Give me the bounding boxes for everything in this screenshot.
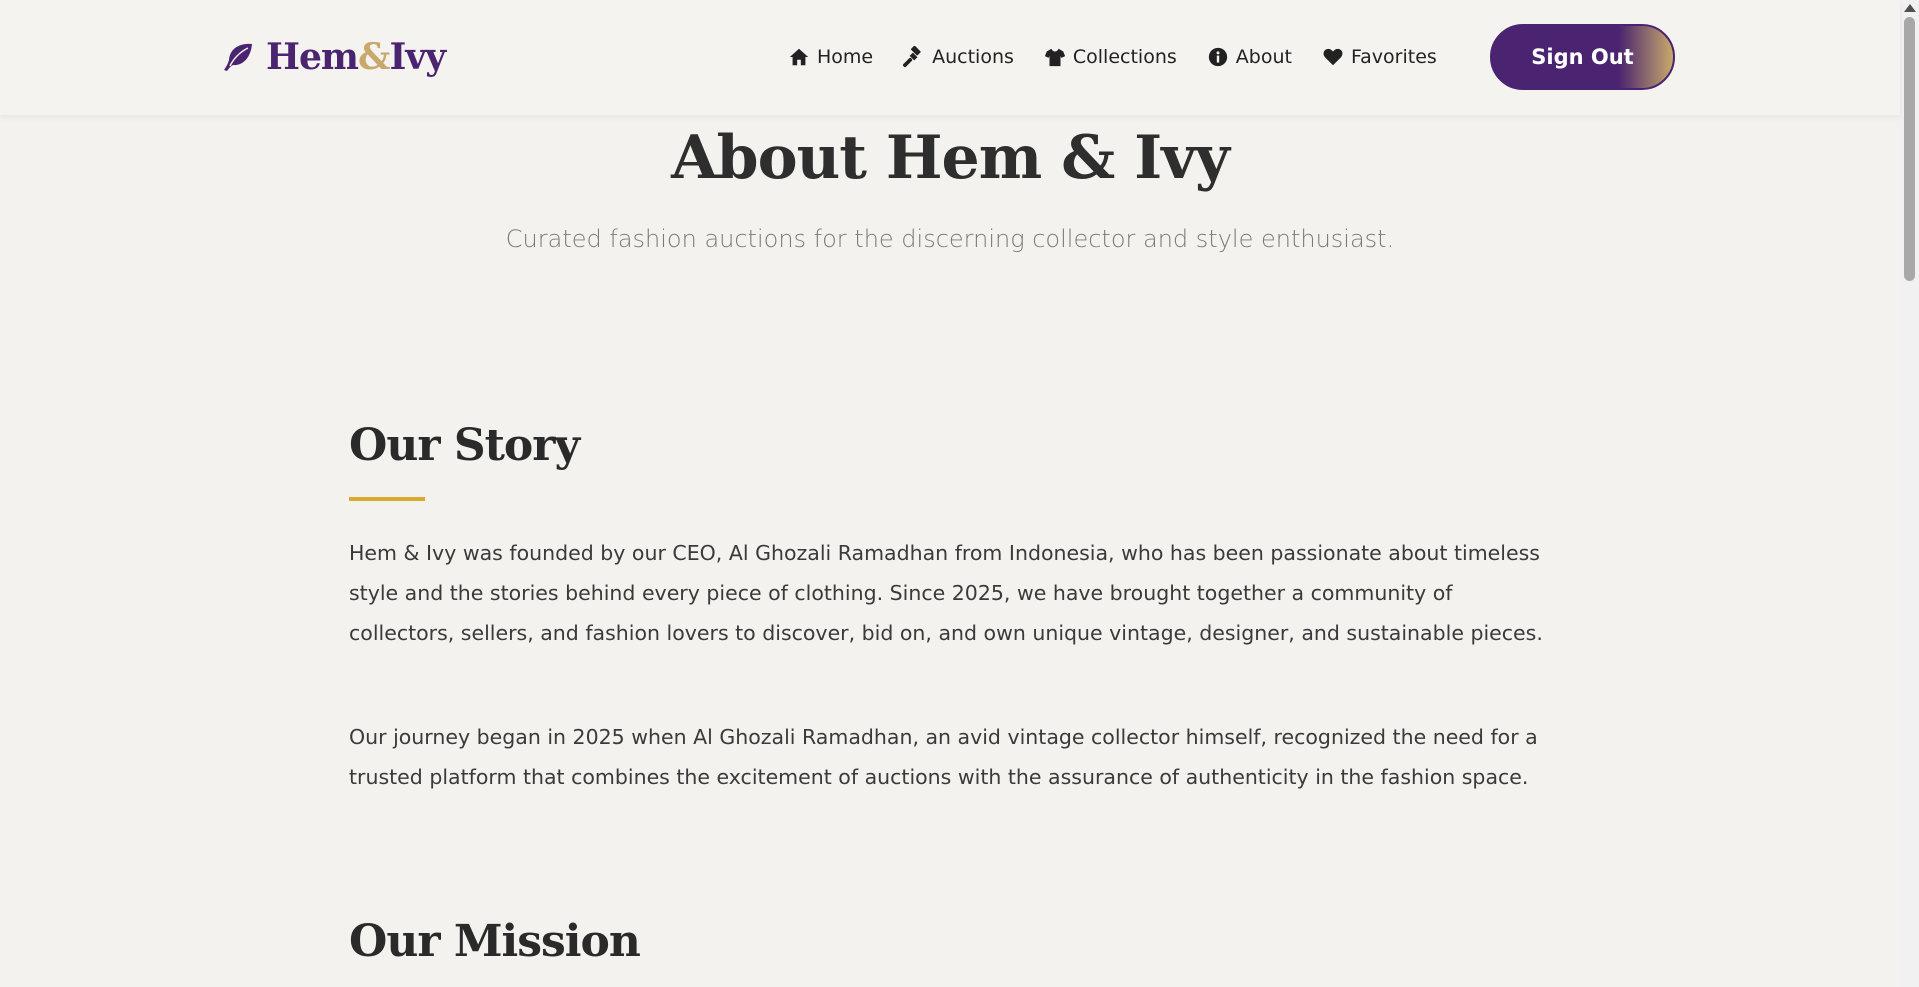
nav-collections[interactable]: Collections bbox=[1044, 46, 1177, 68]
nav-about-label: About bbox=[1235, 46, 1292, 68]
brand-logo[interactable]: Hem&Ivy bbox=[222, 32, 447, 82]
info-icon bbox=[1208, 47, 1227, 67]
home-icon bbox=[789, 48, 809, 66]
nav-about[interactable]: About bbox=[1207, 46, 1292, 68]
story-heading: Our Story bbox=[349, 420, 580, 471]
scrollbar-thumb[interactable] bbox=[1904, 17, 1915, 281]
story-paragraph-1: Hem & Ivy was founded by our CEO, Al Gho… bbox=[349, 541, 1543, 645]
gavel-icon bbox=[903, 46, 921, 68]
brand-name-part2: Ivy bbox=[389, 36, 447, 78]
nav-home-label: Home bbox=[817, 46, 874, 68]
nav-home[interactable]: Home bbox=[788, 46, 873, 68]
brand-name: Hem&Ivy bbox=[266, 36, 447, 78]
brand-ampersand: & bbox=[358, 36, 391, 78]
story-paragraph-2: Our journey began in 2025 when Al Ghozal… bbox=[349, 725, 1538, 789]
nav-favorites[interactable]: Favorites bbox=[1322, 46, 1437, 68]
nav-collections-label: Collections bbox=[1072, 46, 1177, 68]
site-header: Hem&Ivy Home Auctions Collections About … bbox=[0, 0, 1900, 115]
main-nav: Home Auctions Collections About Favorite bbox=[788, 40, 1467, 74]
page-subtitle: Curated fashion auctions for the discern… bbox=[505, 225, 1395, 253]
page-title: About Hem & Ivy bbox=[671, 123, 1230, 193]
mission-heading: Our Mission bbox=[349, 916, 641, 967]
page-scrollbar[interactable] bbox=[1900, 0, 1919, 987]
sign-out-button[interactable]: Sign Out bbox=[1490, 24, 1675, 90]
nav-auctions[interactable]: Auctions bbox=[903, 46, 1014, 68]
nav-auctions-label: Auctions bbox=[932, 46, 1014, 68]
scroll-up-arrow-icon[interactable] bbox=[1904, 4, 1916, 12]
leaf-icon bbox=[224, 43, 252, 71]
story-heading-underline bbox=[349, 497, 425, 501]
nav-favorites-label: Favorites bbox=[1350, 46, 1437, 68]
brand-name-part1: Hem bbox=[266, 36, 359, 78]
shirt-icon bbox=[1044, 48, 1065, 67]
heart-icon bbox=[1323, 48, 1343, 66]
